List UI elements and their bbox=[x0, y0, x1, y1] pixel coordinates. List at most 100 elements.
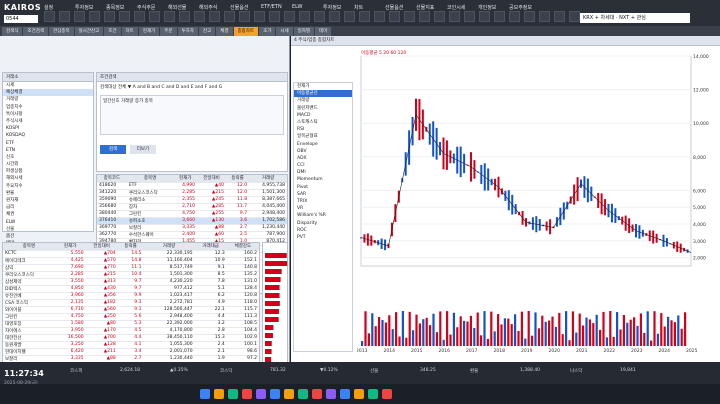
filter-condition-box[interactable]: 일간신호 거래량 증가 종목 bbox=[100, 95, 284, 135]
table-row[interactable]: 쿠리오스코스닥 2,285 ▲215 10.4 1,501,300 8.5 135.2 bbox=[3, 271, 259, 279]
toolbar-icon-23[interactable] bbox=[389, 11, 400, 22]
toolbar-icon-15[interactable] bbox=[269, 11, 280, 22]
indicator-item[interactable]: OBV bbox=[294, 148, 352, 155]
grid-header[interactable]: 등락률 bbox=[225, 175, 250, 183]
grid-header[interactable]: 종목명 bbox=[126, 175, 174, 183]
tab-9[interactable]: 잔고 bbox=[198, 27, 216, 36]
tree-item[interactable]: 채권 bbox=[3, 211, 93, 218]
table-row[interactable]: 341220 쿠리오스코스닥 2,285 ▲215 12.0 1,501,300 bbox=[97, 189, 287, 197]
menu-item-10[interactable]: 차트 bbox=[354, 4, 363, 11]
indicator-item[interactable]: TRIX bbox=[294, 198, 352, 205]
toolbar-icon-13[interactable] bbox=[239, 11, 250, 22]
indicator-item[interactable]: Disparity bbox=[294, 220, 352, 227]
tree-item[interactable]: 주식시세 bbox=[3, 118, 93, 125]
toolbar-icon-3[interactable] bbox=[89, 11, 100, 22]
toolbar-icon-1[interactable] bbox=[59, 11, 70, 22]
more-button[interactable]: 더보기 bbox=[130, 145, 156, 154]
tree-item[interactable]: 특이사항 bbox=[3, 111, 93, 118]
tree-item[interactable]: 거래량 bbox=[3, 96, 93, 103]
toolbar-icon-35[interactable] bbox=[569, 11, 580, 22]
toolbar-icon-33[interactable] bbox=[539, 11, 550, 22]
toolbar-icon-26[interactable] bbox=[434, 11, 445, 22]
toolbar-icon-17[interactable] bbox=[299, 11, 310, 22]
indicator-item[interactable]: Envelope bbox=[294, 141, 352, 148]
tab-1[interactable]: 조건검색 bbox=[23, 27, 48, 36]
tree-item[interactable]: 원자재 bbox=[3, 197, 93, 204]
ranking-header[interactable]: 등락률 bbox=[117, 243, 144, 251]
table-row[interactable]: 자이에스 3,950 ▲170 4.5 4,170,800 2.8 104.4 bbox=[3, 327, 259, 335]
tree-item[interactable]: 신호 bbox=[3, 154, 93, 161]
indicator-item[interactable]: 현재가 bbox=[294, 83, 352, 90]
indicator-item[interactable]: SAR bbox=[294, 191, 352, 198]
taskbar-app-icon[interactable] bbox=[326, 389, 336, 399]
table-row[interactable]: 와이어블 6,710 ▲560 9.1 128,500,447 22.1 115.7 bbox=[3, 306, 259, 314]
taskbar-app-icon[interactable] bbox=[382, 389, 392, 399]
tree-item[interactable]: 파생상품 bbox=[3, 168, 93, 175]
menu-item-1[interactable]: 투자정보 bbox=[75, 4, 93, 11]
toolbar-icon-21[interactable] bbox=[359, 11, 370, 22]
tree-item[interactable]: ELW bbox=[3, 219, 93, 226]
toolbar-icon-20[interactable] bbox=[344, 11, 355, 22]
menu-item-9[interactable]: 투자정보 bbox=[323, 4, 341, 11]
tree-item[interactable]: 업종지수 bbox=[3, 104, 93, 111]
toolbar-icon-22[interactable] bbox=[374, 11, 385, 22]
menu-item-12[interactable]: 선물지표 bbox=[416, 4, 434, 11]
menu-item-13[interactable]: 코인시세 bbox=[447, 4, 465, 11]
tree-item[interactable]: KOSPI bbox=[3, 125, 93, 132]
toolbar-icon-11[interactable] bbox=[209, 11, 220, 22]
toolbar-icon-24[interactable] bbox=[404, 11, 415, 22]
toolbar-icon-10[interactable] bbox=[194, 11, 205, 22]
tab-3[interactable]: 실시간잔고 bbox=[74, 27, 104, 36]
taskbar-app-icon[interactable] bbox=[228, 389, 238, 399]
toolbar-icon-16[interactable] bbox=[284, 11, 295, 22]
toolbar-icon-12[interactable] bbox=[224, 11, 235, 22]
tree-item[interactable]: 옵션 bbox=[3, 233, 93, 240]
table-row[interactable]: 369770 보잘리 3,335 ▲88 2.7 1,230,440 bbox=[97, 224, 287, 232]
toolbar-icon-28[interactable] bbox=[464, 11, 475, 22]
menu-item-11[interactable]: 선물옵션 bbox=[385, 4, 403, 11]
table-row[interactable]: 현대이지웰 6,420 ▲211 3.4 2,001,070 2.1 98.6 bbox=[3, 348, 259, 356]
tab-14[interactable]: 일자별 bbox=[293, 27, 315, 36]
table-row[interactable]: 유진인베 3,960 ▲356 9.9 1,023,417 6.2 120.8 bbox=[3, 292, 259, 300]
table-row[interactable]: 보잘리 3,335 ▲88 2.7 1,230,440 1.9 97.2 bbox=[3, 355, 259, 363]
taskbar-app-icon[interactable] bbox=[256, 389, 266, 399]
tree-item[interactable]: 환율 bbox=[3, 190, 93, 197]
table-row[interactable]: 380440 그린킨 4,750 ▲255 9.7 2,948,400 bbox=[97, 210, 287, 218]
menu-item-5[interactable]: 해외주식 bbox=[199, 4, 217, 11]
tree-item[interactable]: 해외시세 bbox=[3, 175, 93, 182]
ranking-header[interactable]: 체결강도 bbox=[226, 243, 259, 251]
ranking-header[interactable]: 거래량 bbox=[143, 243, 195, 251]
tree-item[interactable]: 시세 bbox=[3, 82, 93, 89]
taskbar-app-icon[interactable] bbox=[242, 389, 252, 399]
ranking-header[interactable]: 종목명 bbox=[3, 243, 55, 251]
toolbar-icon-7[interactable] bbox=[149, 11, 160, 22]
tree-item[interactable]: 예상체결 bbox=[3, 89, 93, 97]
table-row[interactable]: DID텍스 4,850 ▲430 9.7 977,412 5.1 128.4 bbox=[3, 285, 259, 293]
tab-7[interactable]: 주문 bbox=[160, 27, 177, 36]
grid-header[interactable]: 거래량 bbox=[249, 175, 287, 183]
indicator-item[interactable]: 이동평균선 bbox=[294, 90, 352, 98]
tab-0[interactable]: 검색식 bbox=[2, 27, 23, 36]
market-search-input[interactable]: KRX + 차세대 · NXT + 관심 bbox=[580, 13, 690, 23]
toolbar-icon-32[interactable] bbox=[524, 11, 535, 22]
indicator-item[interactable]: RSI bbox=[294, 126, 352, 133]
menu-item-15[interactable]: 공모주정보 bbox=[509, 4, 532, 11]
toolbar-icon-0[interactable] bbox=[44, 11, 55, 22]
tab-12[interactable]: 호가 bbox=[259, 27, 276, 36]
indicator-item[interactable]: 일목균형표 bbox=[294, 133, 352, 140]
table-row[interactable]: 에이디테크 4,425 ▲570 14.8 11,160,404 10.9 152.1 bbox=[3, 257, 259, 265]
table-row[interactable]: 362770 수석한스퀘어 2,400 ▲60 2.5 787,900 bbox=[97, 231, 287, 239]
table-row[interactable]: 삼익 7,690 ▲770 11.1 8,517,749 9.1 140.8 bbox=[3, 264, 259, 272]
toolbar-icon-14[interactable] bbox=[254, 11, 265, 22]
tree-item[interactable]: 주요지수 bbox=[3, 183, 93, 190]
toolbar-icon-31[interactable] bbox=[509, 11, 520, 22]
menu-item-14[interactable]: 개인정보 bbox=[478, 4, 496, 11]
table-row[interactable]: 동원개발 3,250 ▲128 4.1 1,055,300 2.4 100.1 bbox=[3, 341, 259, 349]
toolbar-icon-19[interactable] bbox=[329, 11, 340, 22]
menu-item-6[interactable]: 선물옵션 bbox=[230, 4, 248, 11]
menu-item-0[interactable]: 설정 bbox=[44, 4, 53, 11]
table-row[interactable]: 대영포장 1,580 ▲80 5.3 22,392,000 3.2 108.5 bbox=[3, 320, 259, 328]
taskbar-app-icon[interactable] bbox=[298, 389, 308, 399]
table-row[interactable]: CSA 코스믹 2,135 ▲182 9.3 2,272,781 4.9 118.0 bbox=[3, 299, 259, 307]
grid-header[interactable]: 현재가 bbox=[173, 175, 198, 183]
